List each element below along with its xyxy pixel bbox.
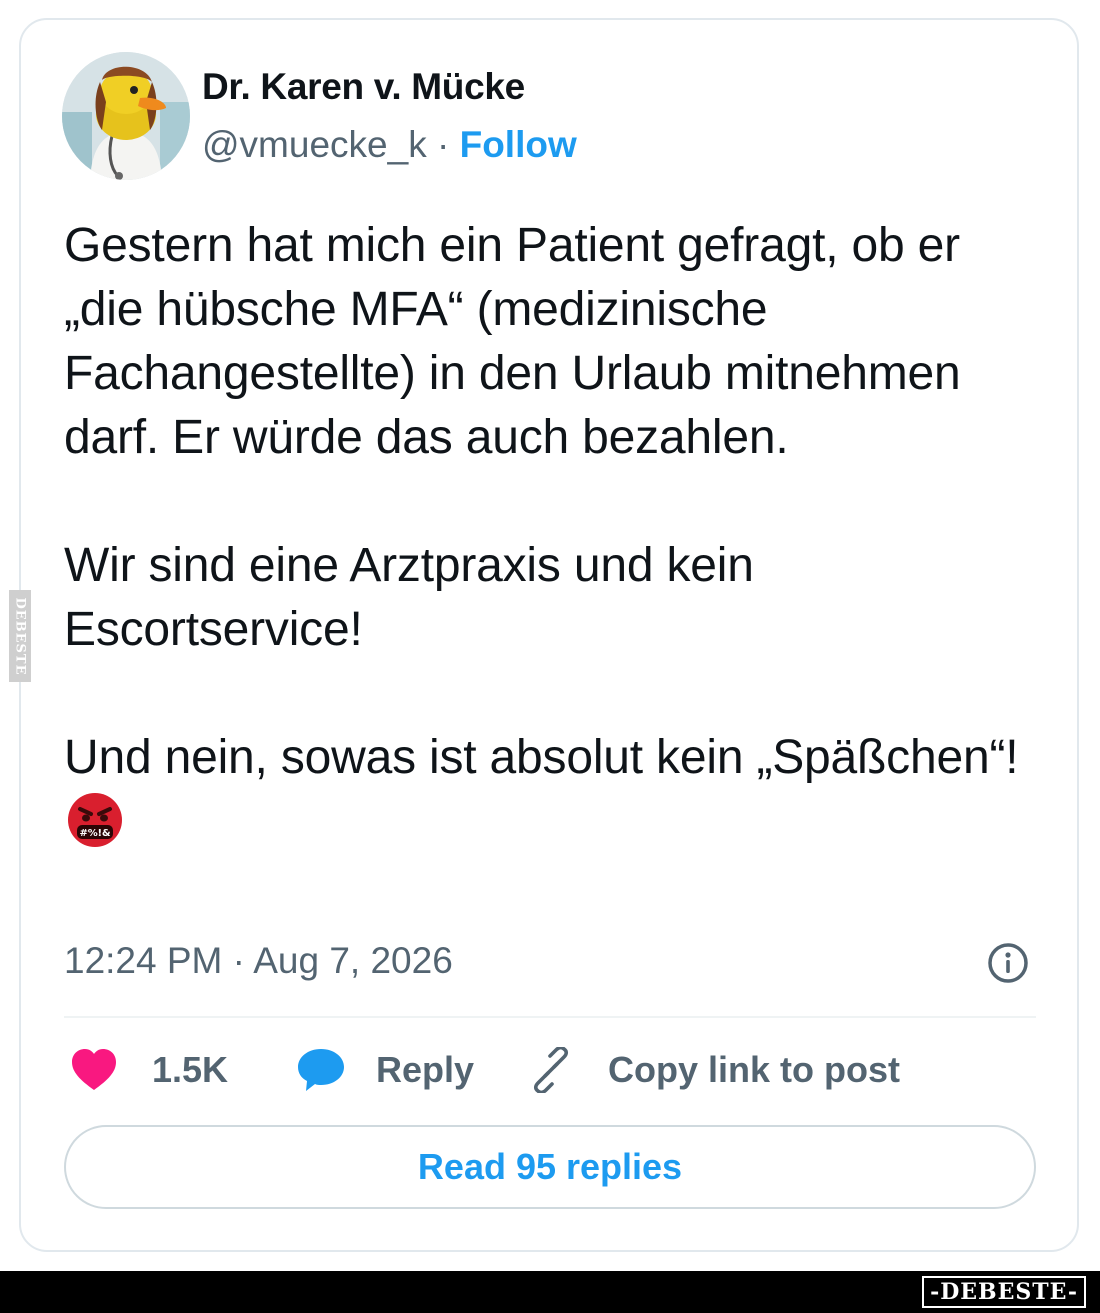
like-button[interactable]: 1.5K	[70, 1046, 228, 1094]
read-replies-button[interactable]: Read 95 replies	[64, 1125, 1036, 1209]
info-icon[interactable]	[986, 941, 1030, 985]
side-watermark: DEBESTE	[9, 590, 31, 682]
side-watermark-text: DEBESTE	[12, 596, 28, 676]
heart-icon	[70, 1048, 118, 1092]
reply-label: Reply	[376, 1049, 475, 1090]
speech-bubble-icon	[296, 1047, 346, 1093]
copy-link-label: Copy link to post	[608, 1049, 900, 1090]
handle-separator: ·	[426, 124, 460, 165]
handle-line: @vmuecke_k · Follow	[202, 124, 577, 166]
like-count: 1.5K	[152, 1049, 229, 1090]
tweet-text: Gestern hat mich ein Patient gefragt, ob…	[64, 214, 1044, 854]
divider	[64, 1016, 1036, 1018]
link-icon	[528, 1047, 574, 1093]
display-name[interactable]: Dr. Karen v. Mücke	[202, 66, 525, 108]
watermark-logo: -DEBESTE-	[922, 1276, 1086, 1308]
user-handle[interactable]: @vmuecke_k	[202, 124, 427, 165]
copy-link-button[interactable]: Copy link to post	[528, 1046, 900, 1094]
face-with-symbols-on-mouth-emoji: #%!&	[66, 791, 124, 849]
bottom-watermark-bar: -DEBESTE-	[0, 1271, 1100, 1313]
svg-text:#%!&: #%!&	[80, 828, 111, 839]
tweet-timestamp[interactable]: 12:24 PM · Aug 7, 2026	[64, 940, 453, 982]
follow-button[interactable]: Follow	[460, 124, 577, 165]
reply-button[interactable]: Reply	[296, 1046, 474, 1094]
avatar[interactable]	[62, 52, 190, 180]
tweet-body: Gestern hat mich ein Patient gefragt, ob…	[64, 219, 1019, 784]
